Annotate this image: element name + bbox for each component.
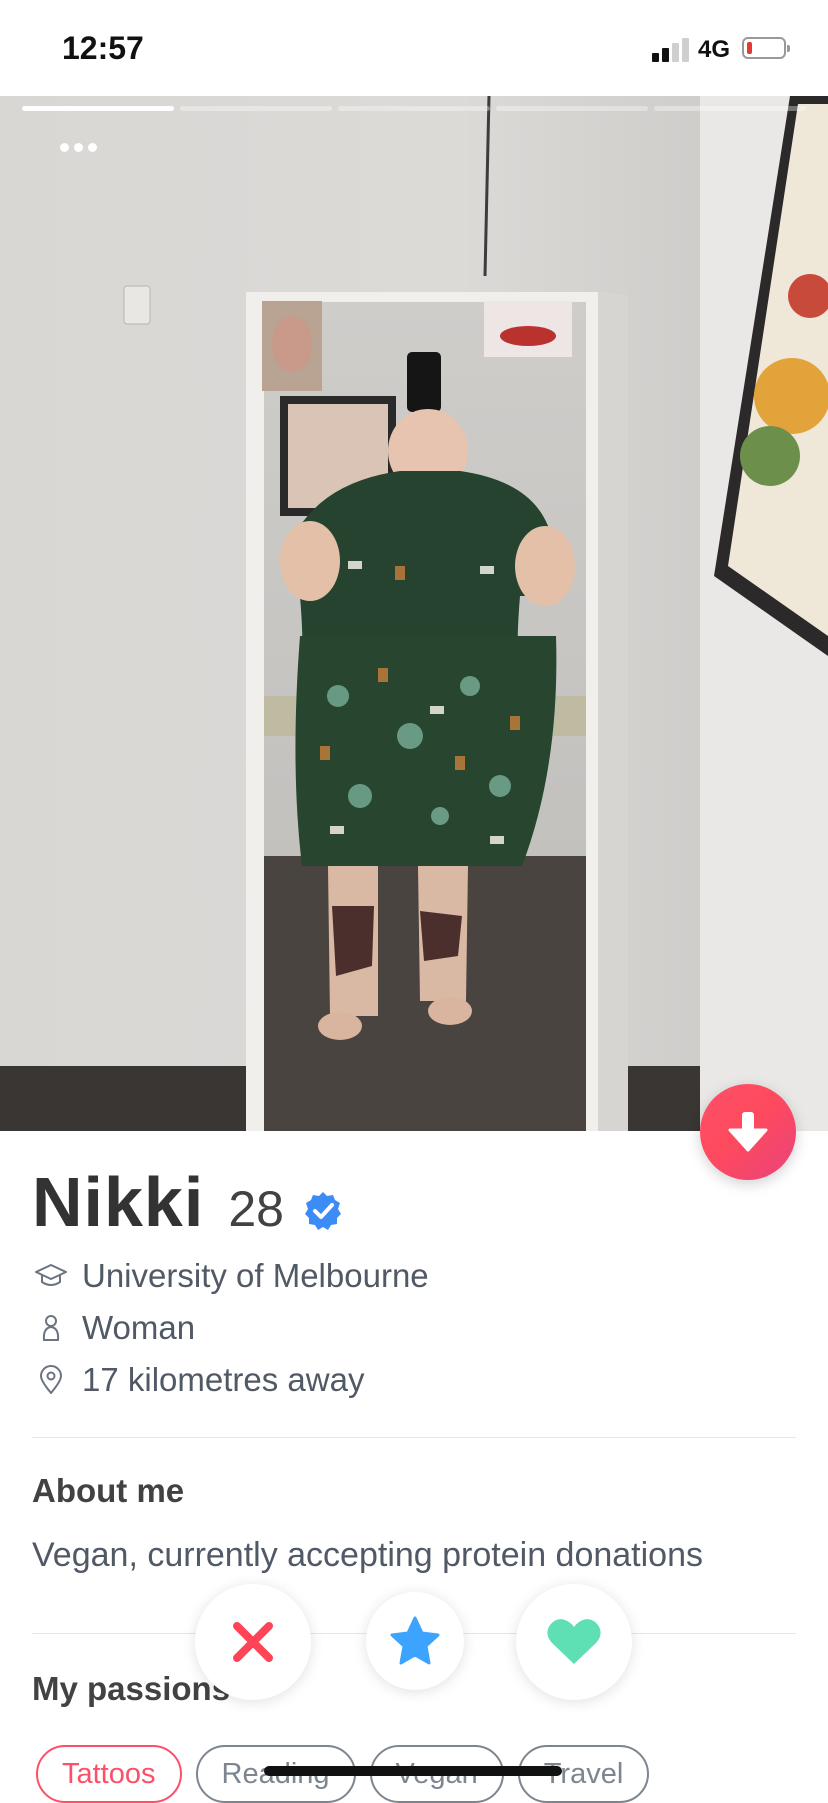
school-text: University of Melbourne xyxy=(82,1257,429,1294)
signal-icon xyxy=(652,38,690,62)
collapse-profile-button[interactable] xyxy=(700,1084,796,1180)
profile-header: Nikki 28 xyxy=(32,1162,344,1252)
photo-progress-segment[interactable] xyxy=(180,106,332,111)
star-icon xyxy=(390,1616,440,1665)
photo-progress-indicator xyxy=(22,106,806,112)
nope-button[interactable] xyxy=(195,1584,311,1700)
photo-progress-segment[interactable] xyxy=(338,106,490,111)
passion-chip-tattoos[interactable]: Tattoos xyxy=(36,1745,182,1803)
status-time: 12:57 xyxy=(62,30,144,66)
distance-row: 17 kilometres away xyxy=(32,1361,364,1399)
profile-name: Nikki xyxy=(32,1163,205,1241)
school-row: University of Melbourne xyxy=(32,1257,429,1295)
heart-icon xyxy=(547,1619,601,1664)
photo-progress-segment[interactable] xyxy=(496,106,648,111)
arrow-down-icon xyxy=(728,1112,768,1152)
super-like-button[interactable] xyxy=(366,1592,464,1690)
distance-text: 17 kilometres away xyxy=(82,1361,365,1398)
like-button[interactable] xyxy=(516,1584,632,1700)
gender-row: Woman xyxy=(32,1309,195,1347)
person-icon xyxy=(32,1311,70,1345)
passions-title: My passions xyxy=(32,1670,231,1707)
location-pin-icon xyxy=(32,1363,70,1397)
graduation-cap-icon xyxy=(32,1259,70,1293)
profile-age: 28 xyxy=(228,1181,284,1237)
profile-photo[interactable] xyxy=(0,96,828,1131)
gender-text: Woman xyxy=(82,1309,196,1346)
about-text: Vegan, currently accepting protein donat… xyxy=(32,1536,704,1574)
about-title: About me xyxy=(32,1472,185,1509)
profile-photo-illustration xyxy=(0,96,828,1131)
battery-icon xyxy=(742,37,790,59)
close-icon xyxy=(233,1622,273,1662)
section-divider xyxy=(32,1437,796,1438)
home-indicator[interactable] xyxy=(264,1766,562,1776)
photo-progress-segment[interactable] xyxy=(654,106,806,111)
network-label: 4G xyxy=(698,36,731,63)
ellipsis-icon[interactable] xyxy=(60,138,106,156)
verified-badge-icon xyxy=(304,1192,341,1230)
status-bar: 12:57 4G xyxy=(0,0,828,96)
photo-progress-segment[interactable] xyxy=(22,106,174,111)
